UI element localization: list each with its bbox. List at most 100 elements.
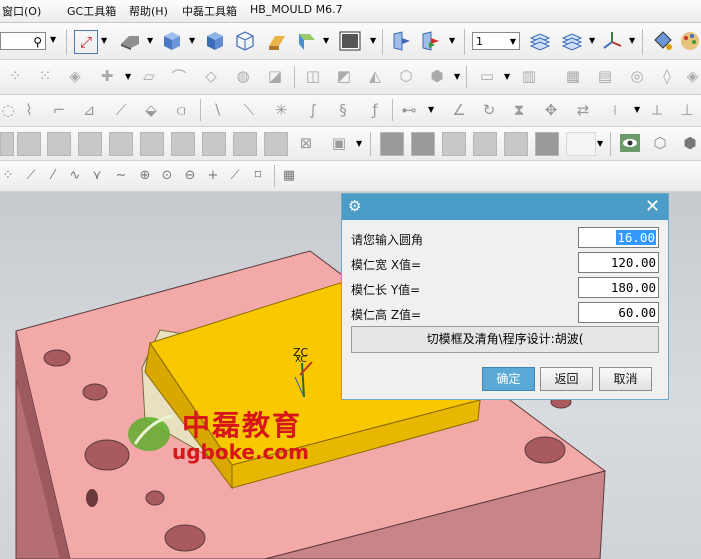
wcs-button[interactable] [600, 29, 624, 53]
palette-button[interactable] [679, 29, 701, 53]
custom-tool-button[interactable] [233, 132, 257, 156]
snap-line-button[interactable]: ⟊ [604, 99, 626, 121]
chevron-down-icon[interactable]: ▼ [356, 139, 362, 148]
menu-gc-tools[interactable]: GC工具箱 [67, 3, 116, 19]
layer-visible-button[interactable] [560, 29, 584, 53]
custom-tool-button[interactable] [140, 132, 164, 156]
section-view-button[interactable] [264, 29, 288, 53]
work-layer-select[interactable]: 1 ▼ [472, 32, 520, 50]
ruled-button[interactable]: ▥ [518, 65, 540, 87]
hole-button[interactable]: ◍ [232, 65, 254, 87]
menu-hb-mould[interactable]: HB_MOULD M6.7 [250, 3, 343, 16]
custom-tool-button[interactable] [109, 132, 133, 156]
ok-button[interactable]: 确定 [482, 367, 535, 391]
chamfer-button[interactable]: ◭ [364, 65, 386, 87]
wireframe-cube-button[interactable] [233, 29, 257, 53]
delete-face-button[interactable]: ⊠ [295, 132, 317, 154]
trim-body-button[interactable]: ⬡ [395, 65, 417, 87]
chevron-down-icon[interactable]: ▼ [323, 36, 329, 45]
chevron-down-icon[interactable]: ▼ [428, 105, 434, 114]
custom-tool-button[interactable] [78, 132, 102, 156]
join-curve-button[interactable]: ⫏ [170, 99, 192, 121]
chevron-down-icon[interactable]: ▼ [597, 139, 603, 148]
dialog-title-bar[interactable]: ⚙ ✕ [342, 194, 668, 220]
paint-button[interactable] [650, 29, 674, 53]
helix-button[interactable]: § [332, 99, 354, 121]
measure-angle-button[interactable]: ∠ [448, 99, 470, 121]
solid-cube-button[interactable] [203, 29, 227, 53]
chevron-down-icon[interactable]: ▼ [101, 36, 107, 45]
chevron-down-icon[interactable]: ▼ [50, 35, 56, 44]
pattern-button[interactable]: ⁘ [4, 65, 26, 87]
rotate-button[interactable]: ↻ [478, 99, 500, 121]
array-button[interactable]: ⁙ [34, 65, 56, 87]
line-button[interactable]: ∖ [206, 99, 228, 121]
custom-tool-button[interactable] [17, 132, 41, 156]
custom-tool-button[interactable] [411, 132, 435, 156]
face-analysis-button[interactable] [295, 29, 319, 53]
cut-frame-button[interactable]: 切模框及清角\程序设计:胡波( [351, 326, 659, 353]
snap-filter-combo[interactable]: ⚲ [0, 32, 46, 50]
arc-button[interactable]: ⟍ [238, 99, 260, 121]
section-curve-button[interactable]: ⟂ [646, 99, 668, 121]
offset-curve-button[interactable]: ⌐ [48, 99, 70, 121]
snap-on-curve-button[interactable]: ⟋ [226, 165, 244, 185]
fillet-curve-button[interactable]: ⌇ [18, 99, 40, 121]
fit-view-button[interactable]: ⤢ [74, 30, 98, 54]
sweep-button[interactable]: ⌒ [168, 65, 190, 87]
chevron-down-icon[interactable]: ▼ [589, 36, 595, 45]
menu-zhonglei-tools[interactable]: 中磊工具箱 [182, 3, 237, 19]
background-button[interactable] [338, 29, 362, 53]
chevron-down-icon[interactable]: ▼ [189, 36, 195, 45]
custom-tool-button[interactable] [473, 132, 497, 156]
cancel-button[interactable]: 取消 [599, 367, 652, 391]
trim-curve-button[interactable]: ⊿ [78, 99, 100, 121]
custom-tool-button[interactable] [380, 132, 404, 156]
height-z-input[interactable]: 60.00 [578, 302, 659, 323]
datum-point-button[interactable]: ✚ [96, 65, 118, 87]
snap-endpoint-button[interactable]: ⟋ [22, 165, 40, 185]
custom-tool-button[interactable] [442, 132, 466, 156]
snap-spline-button[interactable]: ∼ [112, 165, 130, 185]
chevron-down-icon[interactable]: ▼ [147, 36, 153, 45]
move-button[interactable]: ✥ [540, 99, 562, 121]
block-button[interactable]: ▱ [138, 65, 160, 87]
circle-button[interactable]: ◌ [0, 99, 16, 121]
snap-points-button[interactable]: ⁘ [0, 165, 16, 185]
split-body-button[interactable]: ⬢ [426, 65, 448, 87]
extract-button[interactable]: ◈ [64, 65, 86, 87]
snap-midpoint-button[interactable]: ⁄ [44, 165, 62, 185]
layer-settings-button[interactable] [528, 29, 552, 53]
transform-button[interactable]: ⇄ [572, 99, 594, 121]
custom-tool-button[interactable] [171, 132, 195, 156]
box-tool-button[interactable]: ▣ [327, 132, 351, 154]
shaded-view-button[interactable] [118, 30, 142, 52]
custom-tool-button[interactable] [202, 132, 226, 156]
measure-distance-button[interactable]: ⊷ [398, 99, 420, 121]
snap-on-face-button[interactable]: ⌑ [249, 165, 267, 185]
shaded-display-button[interactable]: ⬢ [679, 132, 701, 154]
through-curves-button[interactable]: ▤ [594, 65, 616, 87]
fillet-input[interactable]: 16.00 [578, 227, 659, 248]
surface-button[interactable]: ▭ [476, 65, 498, 87]
view-cube-button[interactable] [160, 29, 184, 53]
chevron-down-icon[interactable]: ▼ [370, 36, 376, 45]
custom-tool-button[interactable] [0, 132, 14, 156]
chevron-down-icon[interactable]: ▼ [125, 72, 131, 81]
boss-button[interactable]: ◪ [264, 65, 286, 87]
snap-grid-button[interactable]: ▦ [280, 165, 298, 185]
spline-button[interactable]: ∫ [302, 99, 324, 121]
draft-button[interactable]: ◩ [333, 65, 355, 87]
chevron-down-icon[interactable]: ▼ [449, 36, 455, 45]
extrude-button[interactable]: ◇ [200, 65, 222, 87]
close-icon[interactable]: ✕ [645, 196, 660, 217]
offset-surface-button[interactable]: ◎ [626, 65, 648, 87]
text-curve-button[interactable]: ƒ [364, 99, 386, 121]
length-y-input[interactable]: 180.00 [578, 277, 659, 298]
move-layer-button[interactable] [390, 29, 414, 53]
custom-tool-button[interactable] [504, 132, 528, 156]
snap-intersection-button[interactable]: ⋎ [88, 165, 106, 185]
menu-window[interactable]: 窗口(O) [2, 3, 41, 19]
sew-button[interactable]: ◊ [656, 65, 678, 87]
patch-button[interactable]: ◈ [684, 65, 701, 87]
